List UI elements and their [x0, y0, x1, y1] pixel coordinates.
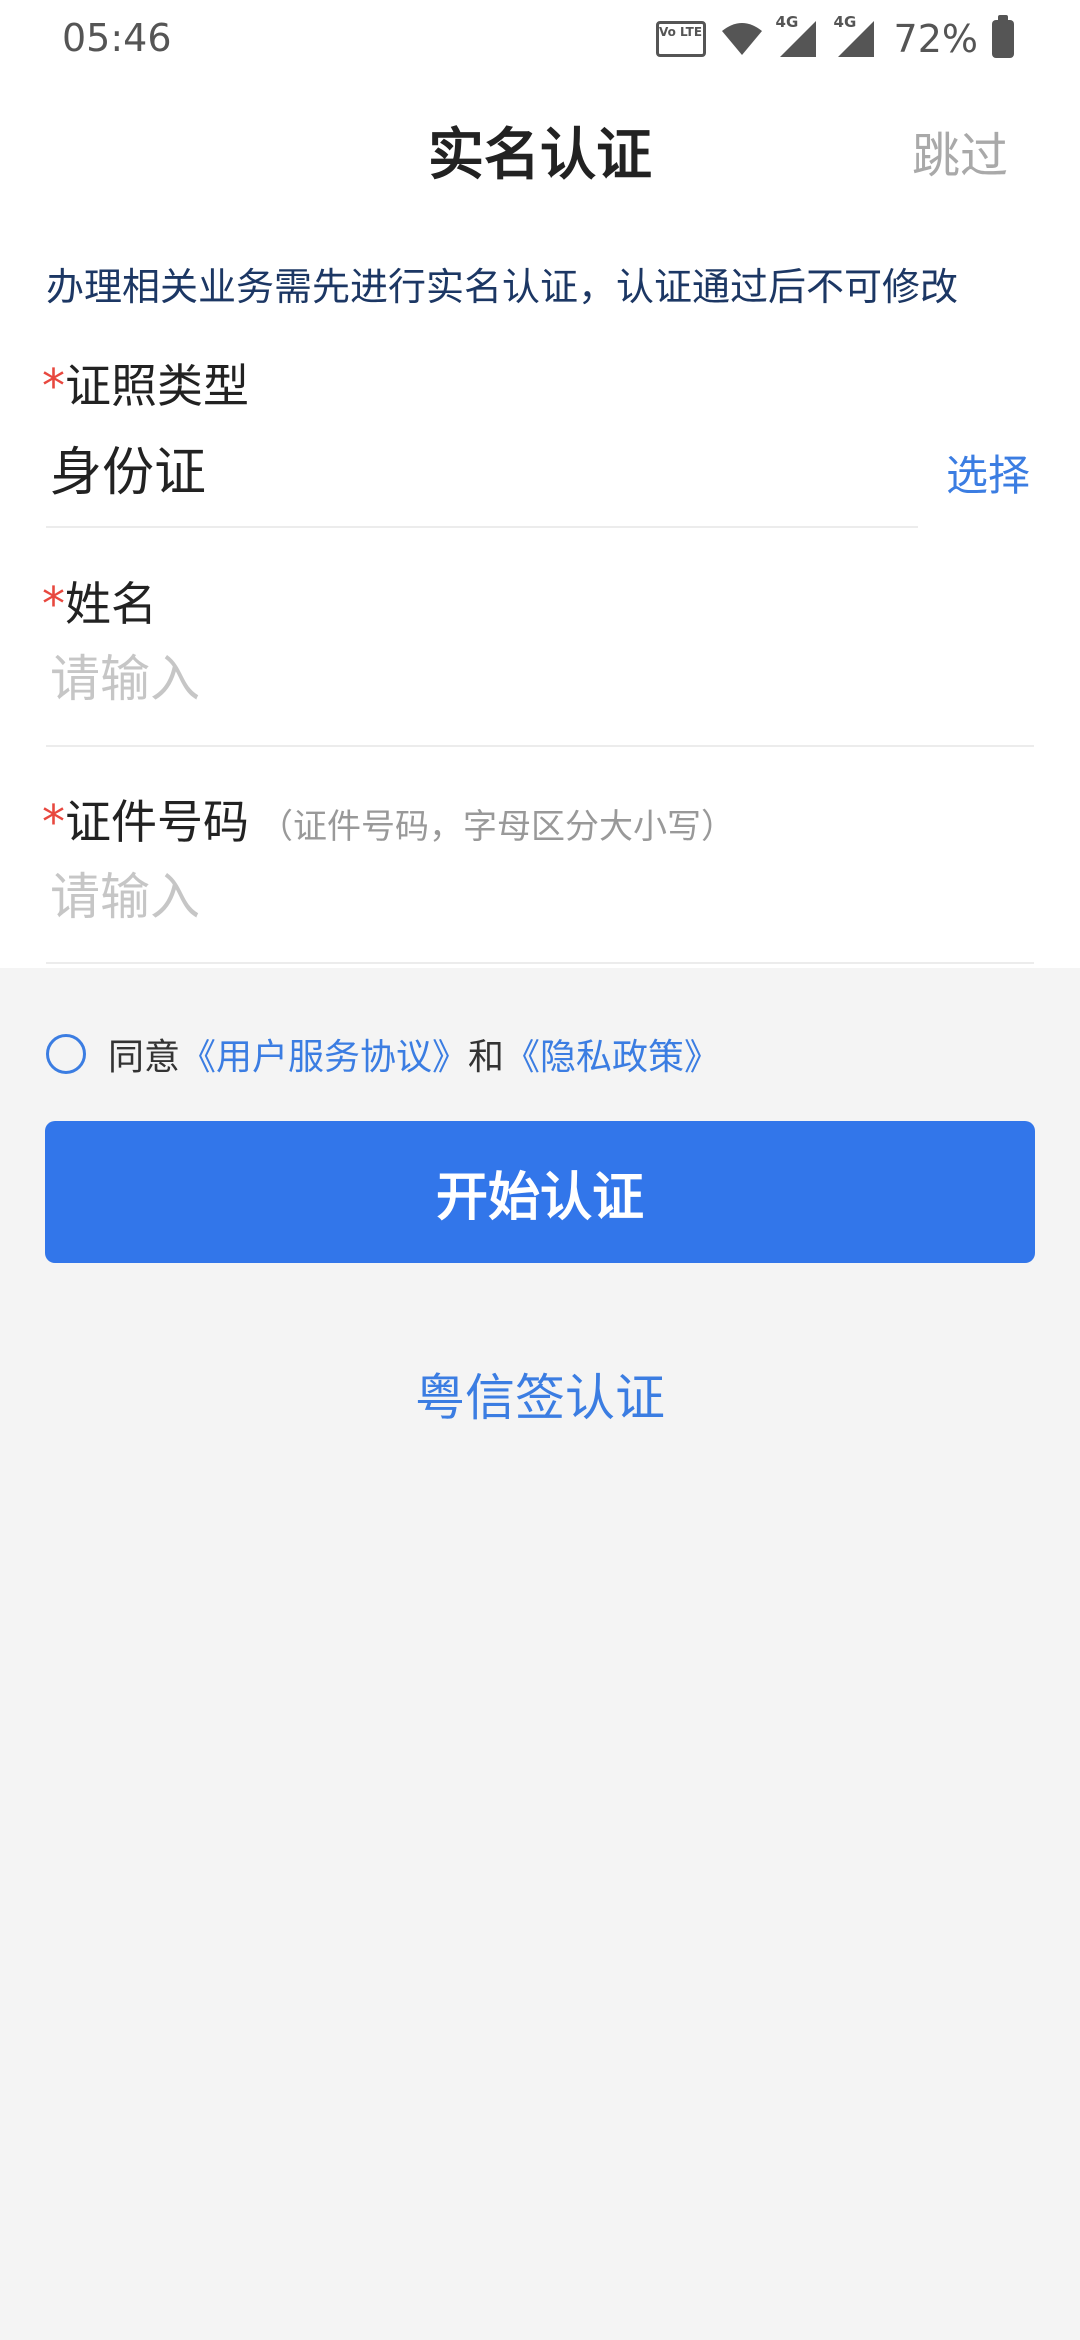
battery-icon: [992, 15, 1014, 58]
id-number-input[interactable]: [50, 868, 950, 926]
wifi-icon: [720, 19, 764, 59]
required-mark: *: [42, 577, 65, 631]
divider: [46, 745, 1034, 747]
name-label-text: 姓名: [65, 577, 157, 631]
select-id-type-button[interactable]: 选择: [946, 442, 1030, 503]
agree-and: 和: [468, 1037, 505, 1078]
name-label: * 姓名: [42, 568, 157, 634]
agree-checkbox[interactable]: [46, 1034, 86, 1074]
id-number-label: * 证件号码 （证件号码，字母区分大小写）: [42, 786, 735, 852]
status-bar: 05:46 Vo LTE 4G 4G 72%: [0, 0, 1080, 78]
status-time: 05:46: [62, 16, 172, 60]
cellular-signal-icon: 4G: [834, 13, 880, 59]
divider: [46, 526, 918, 528]
volte-icon: Vo LTE: [655, 21, 706, 57]
start-verification-button[interactable]: 开始认证: [45, 1121, 1035, 1263]
id-type-label-text: 证照类型: [65, 359, 249, 413]
name-input[interactable]: [50, 650, 950, 708]
id-type-value[interactable]: 身份证: [50, 430, 206, 505]
privacy-policy-link[interactable]: 《隐私政策》: [504, 1028, 720, 1080]
agreement-row: 同意 《用户服务协议》 和 《隐私政策》: [46, 1028, 720, 1080]
divider: [46, 962, 1034, 964]
battery-percent: 72%: [893, 17, 978, 61]
required-mark: *: [42, 795, 65, 849]
yuexinqian-auth-link[interactable]: 粤信签认证: [0, 1358, 1080, 1430]
status-icons: Vo LTE 4G 4G 72%: [655, 13, 1014, 62]
id-number-hint: （证件号码，字母区分大小写）: [259, 807, 735, 847]
network-type-label: 4G: [775, 13, 799, 31]
required-mark: *: [42, 359, 65, 413]
id-type-label: * 证照类型: [42, 350, 249, 416]
agree-prefix: 同意: [108, 1037, 181, 1078]
notice-text: 办理相关业务需先进行实名认证，认证通过后不可修改: [46, 265, 959, 309]
cellular-signal-icon: 4G: [776, 13, 822, 59]
id-number-label-text: 证件号码: [65, 795, 249, 849]
network-type-label: 4G: [833, 13, 857, 31]
user-agreement-link[interactable]: 《用户服务协议》: [180, 1028, 468, 1080]
skip-button[interactable]: 跳过: [912, 116, 1008, 186]
